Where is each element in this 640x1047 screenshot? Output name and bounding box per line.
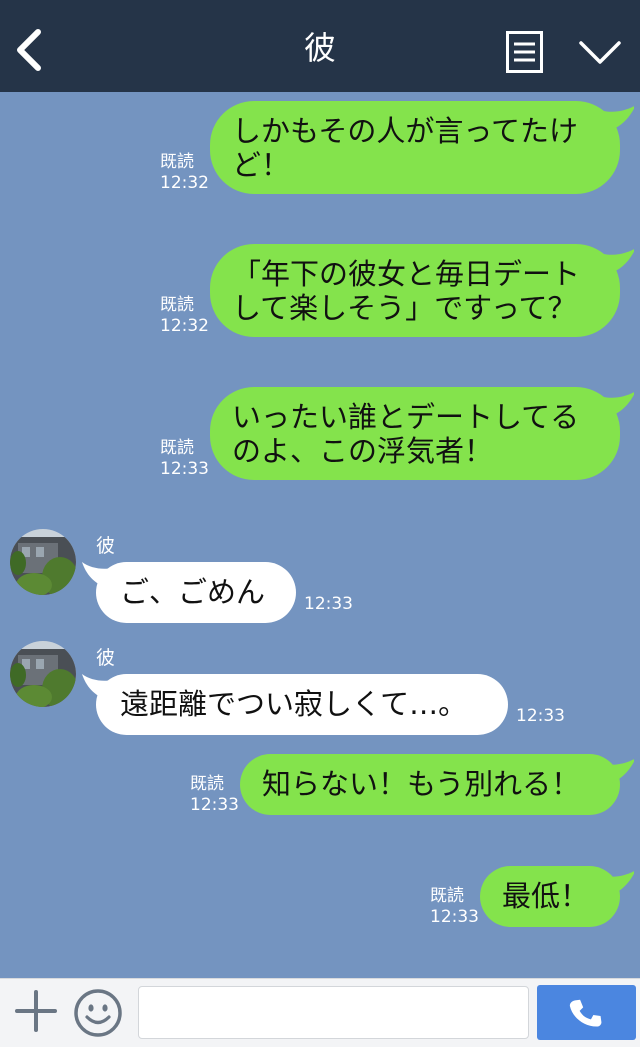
avatar[interactable] (10, 641, 76, 707)
outgoing-message[interactable]: いったい誰とデートしてる のよ、この浮気者！ (210, 387, 620, 480)
input-bar (0, 978, 640, 1047)
plus-button[interactable] (14, 989, 58, 1033)
smiley-icon (74, 989, 122, 1037)
message-time: 12:33 (190, 795, 239, 815)
message-line: いったい誰とデートしてる (232, 400, 580, 434)
chat-title: 彼 (303, 29, 336, 67)
bubble-tail (604, 392, 634, 417)
read-receipt: 既読 12:33 (190, 774, 239, 816)
plus-icon (15, 990, 57, 1032)
read-label: 既読 (190, 774, 224, 794)
message-line: のよ、この浮気者！ (232, 434, 494, 468)
outgoing-message[interactable]: 知らない！もう別れる！ (240, 754, 620, 815)
chat-header: 彼 (0, 0, 640, 92)
read-receipt: 既読 12:33 (430, 886, 479, 928)
read-label: 既読 (160, 438, 194, 458)
message-time: 12:33 (430, 907, 479, 927)
outgoing-message[interactable]: しかもその人が言ってたけ ど！ (210, 101, 620, 194)
phone-icon (569, 999, 602, 1027)
message-input[interactable] (138, 986, 529, 1039)
read-receipt: 既読 12:32 (160, 295, 209, 337)
read-receipt: 既読 12:33 (160, 438, 209, 480)
message-line: 最低！ (502, 879, 590, 913)
read-label: 既読 (430, 886, 464, 906)
message-time: 12:33 (516, 706, 565, 726)
avatar-image (10, 641, 76, 707)
sender-name: 彼 (96, 535, 116, 557)
message-line: しかもその人が言ってたけ (232, 114, 578, 148)
avatar-image (10, 529, 76, 595)
message-line: 知らない！もう別れる！ (262, 767, 581, 801)
outgoing-message[interactable]: 最低！ (480, 866, 620, 927)
read-label: 既読 (160, 295, 194, 315)
bubble-tail (604, 871, 634, 896)
incoming-message[interactable]: ご、ごめん (96, 562, 296, 623)
emoji-button[interactable] (73, 988, 123, 1038)
message-time: 12:33 (304, 594, 353, 614)
sender-name: 彼 (96, 647, 116, 669)
list-icon (506, 31, 543, 73)
bubble-tail (604, 759, 634, 784)
message-time: 12:32 (160, 173, 209, 193)
read-label: 既読 (160, 152, 194, 172)
chat-area[interactable]: 既読 12:32 しかもその人が言ってたけ ど！ 既読 12:32 「年下の彼女… (0, 92, 640, 978)
bubble-tail (604, 106, 634, 131)
call-button[interactable] (537, 985, 636, 1040)
message-line: 「年下の彼女と毎日デート (232, 257, 581, 291)
message-time: 12:32 (160, 316, 209, 336)
read-receipt: 既読 12:32 (160, 152, 209, 194)
outgoing-message[interactable]: 「年下の彼女と毎日デート して楽しそう」ですって？ (210, 244, 620, 337)
incoming-message[interactable]: 遠距離でつい寂しくて…。 (96, 674, 508, 735)
chevron-down-icon (579, 41, 621, 64)
menu-button[interactable] (506, 31, 543, 73)
expand-button[interactable] (578, 38, 622, 68)
message-line: ど！ (232, 148, 291, 182)
bubble-tail (604, 249, 634, 274)
avatar[interactable] (10, 529, 76, 595)
message-time: 12:33 (160, 459, 209, 479)
message-line: して楽しそう」ですって？ (232, 291, 577, 325)
